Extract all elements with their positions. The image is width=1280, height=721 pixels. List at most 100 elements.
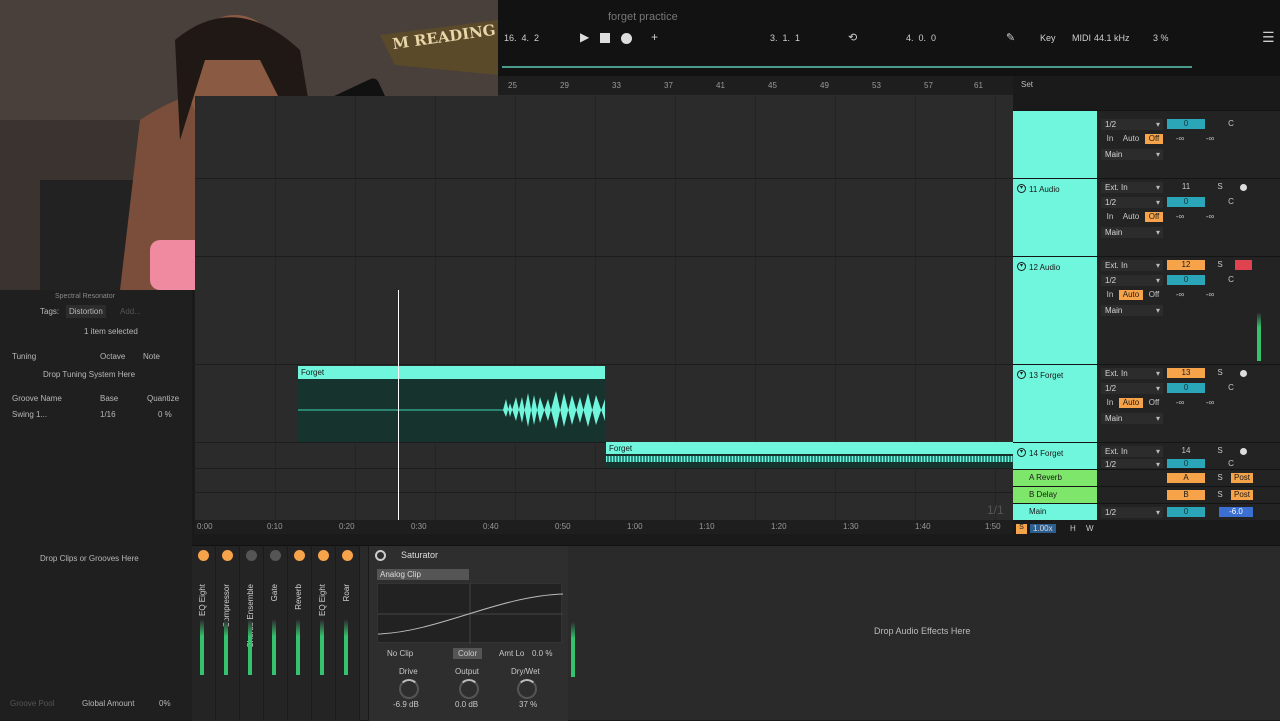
solo-button[interactable]: S — [1215, 473, 1225, 483]
device-name[interactable]: Spectral Resonator — [55, 293, 115, 300]
playhead[interactable] — [398, 290, 399, 520]
arrangement-view[interactable]: Forget Forget — [195, 96, 1013, 520]
output-select[interactable]: Main — [1101, 227, 1163, 238]
device-strip[interactable]: Compressor — [216, 546, 240, 721]
device-strip[interactable]: Gate — [264, 546, 288, 721]
color-toggle[interactable]: Color — [453, 648, 483, 659]
volume-field[interactable]: 0 — [1167, 383, 1205, 393]
key-map-button[interactable]: Key — [1040, 33, 1056, 43]
channel-select[interactable]: 1/2 — [1101, 119, 1163, 130]
return-title[interactable]: A Reverb — [1013, 470, 1097, 486]
time-ruler[interactable]: 0:00 0:10 0:20 0:30 0:40 0:50 1:00 1:10 … — [195, 520, 1013, 534]
send-a-field[interactable]: -∞ — [1167, 134, 1193, 144]
main-db[interactable]: -6.0 — [1219, 507, 1253, 517]
play-button[interactable]: ▶ — [580, 30, 589, 44]
monitor-off[interactable]: Off — [1145, 290, 1163, 300]
track-title[interactable] — [1013, 111, 1097, 178]
fold-icon[interactable]: ▾ — [1017, 370, 1026, 379]
post-button[interactable]: Post — [1231, 490, 1253, 500]
song-position[interactable]: 16. 4. 2 — [504, 33, 539, 43]
output-knob[interactable] — [459, 679, 479, 699]
power-icon[interactable] — [294, 550, 305, 561]
main-title[interactable]: Main — [1013, 504, 1097, 520]
track-title[interactable]: ▾ 11 Audio — [1013, 179, 1097, 256]
monitor-auto[interactable]: Auto — [1119, 134, 1143, 144]
groove-quantize[interactable]: 0 % — [158, 410, 172, 419]
send-a-field[interactable]: -∞ — [1167, 212, 1193, 222]
beat-ruler[interactable]: 25 29 33 37 41 45 49 53 57 61 — [498, 76, 1013, 96]
send-b-field[interactable]: -∞ — [1197, 134, 1223, 144]
output-select[interactable]: Main — [1101, 305, 1163, 316]
pan-field[interactable]: C — [1219, 275, 1243, 285]
send-a-field[interactable]: -∞ — [1167, 398, 1193, 408]
arm-button[interactable] — [1235, 260, 1252, 270]
volume-field[interactable]: 0 — [1167, 459, 1205, 468]
main-volume[interactable]: 0 — [1167, 507, 1205, 517]
device-strip[interactable]: Roar — [336, 546, 360, 721]
pan-field[interactable]: C — [1219, 383, 1243, 393]
drop-clips-zone[interactable]: Drop Clips or Grooves Here — [40, 554, 139, 563]
arm-button[interactable] — [1240, 448, 1247, 455]
track-header[interactable]: ▾14 Forget Ext. In 1/2 14 S 0 C — [1013, 442, 1280, 469]
loop-length[interactable]: 4. 0. 0 — [906, 33, 936, 43]
pan-field[interactable]: C — [1219, 119, 1243, 129]
return-track[interactable]: A Reverb A S Post — [1013, 469, 1280, 486]
monitor-off[interactable]: Off — [1145, 212, 1163, 222]
monitor-auto[interactable]: Auto — [1119, 212, 1143, 222]
track-header[interactable]: ▾11 Audio Ext. In 1/2 In Auto Off Main 1… — [1013, 178, 1280, 256]
clip-mode-select[interactable]: No Clip — [387, 649, 413, 658]
power-icon[interactable] — [318, 550, 329, 561]
fold-icon[interactable]: ▾ — [1017, 262, 1026, 271]
post-button[interactable]: Post — [1231, 473, 1253, 483]
pan-field[interactable]: C — [1219, 197, 1243, 207]
device-strip[interactable]: EQ Eight — [192, 546, 216, 721]
track-title[interactable]: ▾ 12 Audio — [1013, 257, 1097, 364]
device-strip[interactable]: Reverb — [288, 546, 312, 721]
volume-field[interactable]: 0 — [1167, 275, 1205, 285]
drop-tuning-zone[interactable]: Drop Tuning System Here — [43, 370, 135, 379]
arm-button[interactable] — [1240, 184, 1247, 191]
width-toggle[interactable]: W — [1086, 524, 1094, 533]
menu-icon[interactable]: ☰ — [1262, 29, 1275, 46]
return-track[interactable]: B Delay B S Post — [1013, 486, 1280, 503]
solo-button[interactable]: S — [1215, 260, 1225, 270]
saturator-device[interactable]: Saturator Analog Clip No Clip Color Amt … — [368, 546, 568, 721]
saturation-curve[interactable] — [377, 583, 564, 644]
main-track[interactable]: Main 1/2 0 -6.0 — [1013, 503, 1280, 520]
stop-button[interactable] — [600, 33, 610, 43]
device-title[interactable]: Saturator — [401, 550, 438, 560]
solo-button[interactable]: S — [1215, 368, 1225, 378]
overview-bar[interactable] — [502, 60, 1192, 68]
fold-icon[interactable]: ▾ — [1017, 448, 1026, 457]
loop-icon[interactable]: ⟲ — [848, 31, 857, 44]
type-select[interactable]: Analog Clip — [377, 569, 469, 580]
monitor-in[interactable]: In — [1103, 290, 1117, 300]
groove-item[interactable]: Swing 1... — [12, 410, 47, 419]
power-icon[interactable] — [375, 550, 386, 561]
output-select[interactable]: Main — [1101, 149, 1163, 160]
drive-knob[interactable] — [399, 679, 419, 699]
drop-effects-zone[interactable]: Drop Audio Effects Here — [874, 626, 970, 636]
monitor-auto[interactable]: Auto — [1119, 290, 1143, 300]
record-button[interactable] — [621, 33, 632, 44]
solo-status[interactable]: S — [1016, 524, 1027, 534]
channel-select[interactable]: 1/2 — [1101, 197, 1163, 208]
audio-clip[interactable]: Forget — [606, 442, 1013, 468]
power-icon[interactable] — [198, 550, 209, 561]
send-b-field[interactable]: -∞ — [1197, 290, 1223, 300]
input-select[interactable]: Ext. In — [1101, 260, 1163, 271]
pencil-icon[interactable]: ✎ — [1006, 31, 1015, 44]
solo-button[interactable]: S — [1215, 182, 1225, 192]
pan-field[interactable]: C — [1219, 459, 1243, 468]
arm-button[interactable] — [1240, 370, 1247, 377]
solo-button[interactable]: S — [1215, 490, 1225, 500]
fold-icon[interactable]: ▾ — [1017, 184, 1026, 193]
monitor-off[interactable]: Off — [1145, 134, 1163, 144]
track-number[interactable]: 11 — [1167, 182, 1205, 192]
tag-chip[interactable]: Distortion — [66, 305, 106, 318]
add-icon[interactable]: + — [651, 30, 658, 44]
audio-clip[interactable]: Forget — [298, 366, 605, 442]
volume-field[interactable]: 0 — [1167, 119, 1205, 129]
zoom-level[interactable]: 1.00x — [1030, 524, 1056, 533]
monitor-in[interactable]: In — [1103, 398, 1117, 408]
